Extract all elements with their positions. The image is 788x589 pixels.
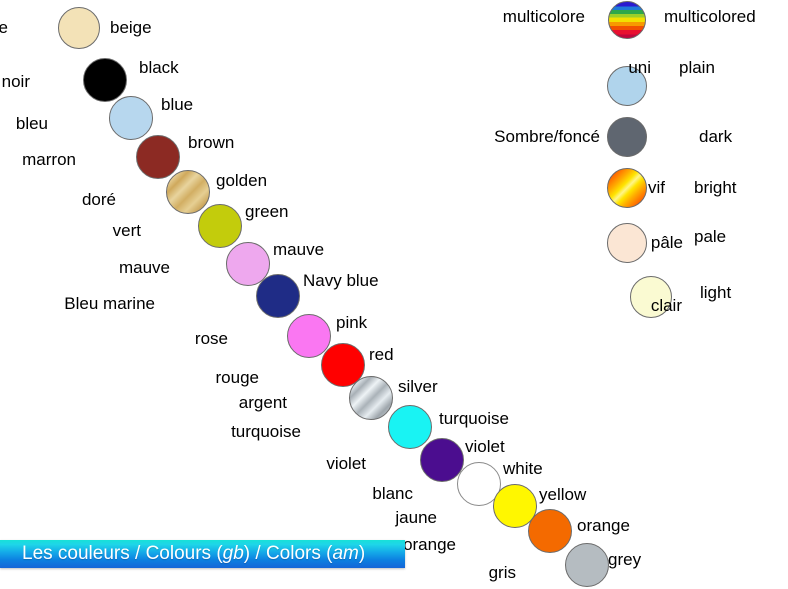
color-swatch-black <box>83 58 127 102</box>
label-en-grey: grey <box>608 550 642 569</box>
label-en-orange: orange <box>577 516 630 535</box>
label-en-turquoise: turquoise <box>439 409 509 428</box>
label-fr-violet: violet <box>326 454 366 473</box>
label-en-golden: golden <box>216 171 268 190</box>
label-en-multicolored: multicolored <box>664 7 756 26</box>
label-en-white: white <box>503 459 543 478</box>
color-swatch-brown <box>136 135 180 179</box>
color-swatch-pale <box>607 223 647 263</box>
label-en-red: red <box>369 345 394 364</box>
color-swatch-grey <box>565 543 609 587</box>
title-banner: Les couleurs / Colours (gb) / Colors (am… <box>0 540 405 568</box>
color-swatch-green <box>198 204 242 248</box>
color-swatch-silver <box>349 376 393 420</box>
color-swatch-blue <box>109 96 153 140</box>
label-fr-grey: gris <box>488 563 516 582</box>
color-wheel-icon <box>21 389 149 517</box>
label-fr-red: rouge <box>215 368 259 387</box>
label-en-brown: brown <box>188 133 235 152</box>
label-fr-multicolored: multicolore <box>502 7 585 26</box>
label-fr-beige: beige <box>0 18 8 37</box>
label-fr-bright: vif <box>648 178 665 197</box>
color-swatch-bright <box>607 168 647 208</box>
label-en-black: black <box>139 58 179 77</box>
label-en-green: green <box>245 202 289 221</box>
label-fr-green: vert <box>112 221 141 240</box>
label-fr-plain: uni <box>628 58 651 77</box>
color-swatch-dark <box>607 117 647 157</box>
label-fr-turquoise: turquoise <box>231 422 301 441</box>
label-fr-pink: rose <box>194 329 228 348</box>
label-en-pale: pale <box>694 227 727 246</box>
label-fr-yellow: jaune <box>395 508 437 527</box>
color-swatch-golden <box>166 170 210 214</box>
label-fr-brown: marron <box>22 150 76 169</box>
label-en-silver: silver <box>398 377 438 396</box>
label-en-beige: beige <box>110 18 152 37</box>
color-swatch-beige <box>58 7 100 49</box>
label-en-light: light <box>700 283 732 302</box>
label-en-dark: dark <box>699 127 733 146</box>
label-en-pink: pink <box>336 313 368 332</box>
label-en-navy-blue: Navy blue <box>303 271 379 290</box>
color-swatch-orange <box>528 509 572 553</box>
label-en-plain: plain <box>679 58 715 77</box>
label-fr-blue: bleu <box>15 114 48 133</box>
color-swatch-multicolored <box>608 1 646 39</box>
label-en-blue: blue <box>161 95 194 114</box>
color-swatch-turquoise <box>388 405 432 449</box>
label-fr-black: noir <box>1 72 30 91</box>
label-fr-pale: pâle <box>650 233 683 252</box>
title-banner-text: Les couleurs / Colours (gb) / Colors (am… <box>22 543 366 564</box>
label-fr-silver: argent <box>238 393 287 412</box>
label-en-bright: bright <box>694 178 737 197</box>
color-swatch-navy-blue <box>256 274 300 318</box>
label-fr-golden: doré <box>81 190 116 209</box>
label-en-mauve: mauve <box>273 240 325 259</box>
label-fr-light: clair <box>650 296 682 315</box>
label-fr-navy-blue: Bleu marine <box>64 294 155 313</box>
label-fr-orange: orange <box>403 535 456 554</box>
slide-canvas: beige beige noir black bleu blue marron brown do… <box>0 0 788 589</box>
label-fr-mauve: mauve <box>118 258 170 277</box>
label-en-violet: violet <box>465 437 505 456</box>
label-en-yellow: yellow <box>539 485 587 504</box>
label-fr-white: blanc <box>372 484 413 503</box>
label-fr-dark: Sombre/foncé <box>494 127 600 146</box>
